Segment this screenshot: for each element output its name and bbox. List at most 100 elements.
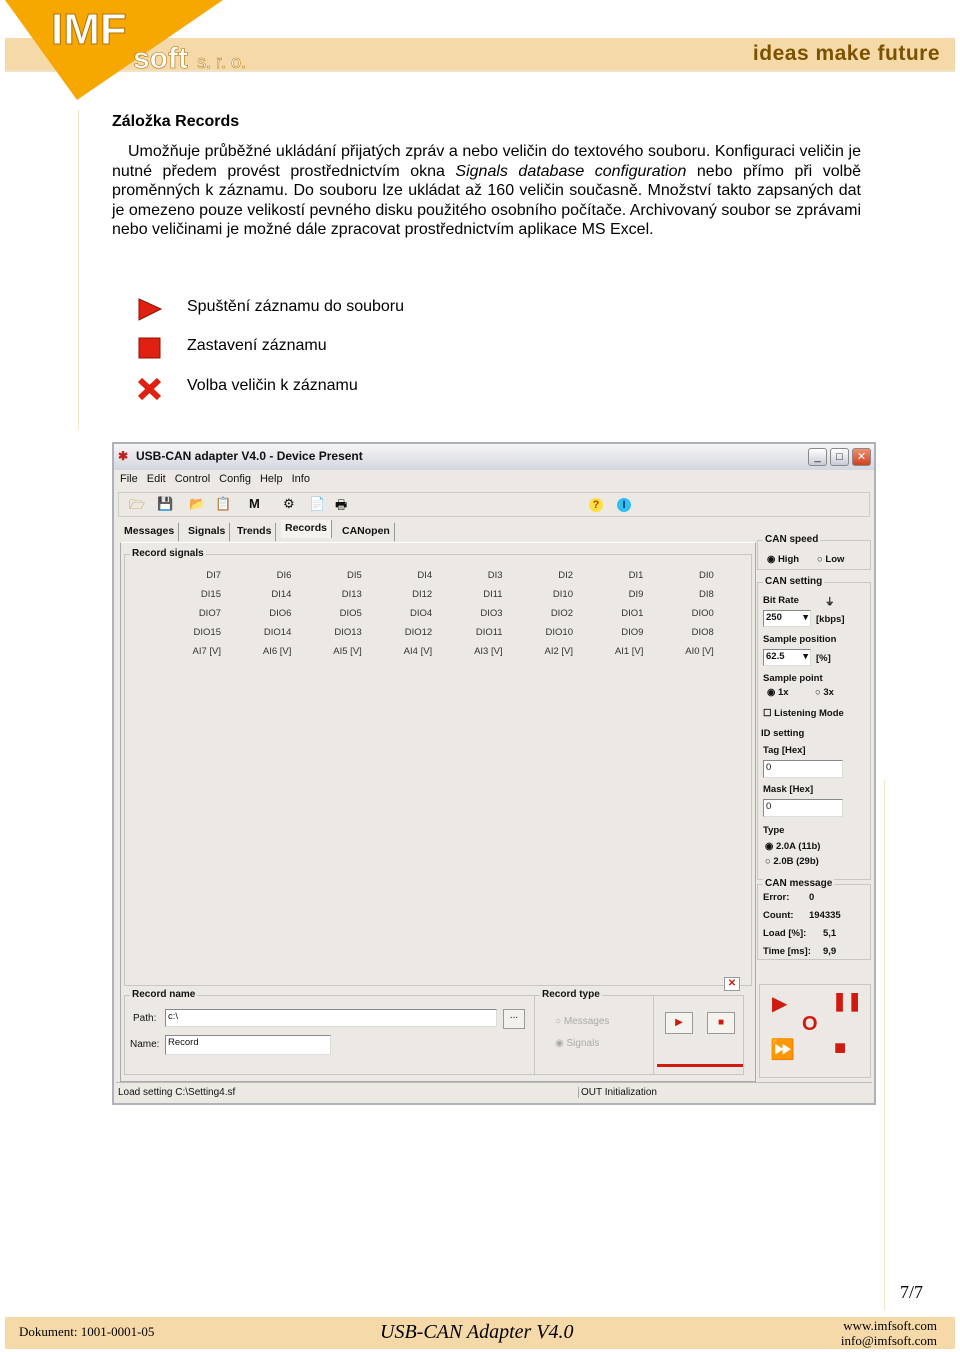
signal-cell[interactable]: AI2 [V] xyxy=(513,646,573,657)
radio-signals[interactable]: ◉ Signals xyxy=(555,1038,599,1049)
radio-messages[interactable]: ○ Messages xyxy=(555,1016,609,1027)
tag-input[interactable]: 0 xyxy=(763,760,843,778)
signal-cell[interactable]: DIO11 xyxy=(443,627,503,638)
menu-control[interactable]: Control xyxy=(175,473,210,485)
id-setting-label: ID setting xyxy=(761,728,805,739)
signal-cell[interactable]: DI4 xyxy=(372,570,432,581)
start-record-button[interactable]: ▶ xyxy=(665,1012,693,1034)
signal-cell[interactable]: DI1 xyxy=(583,570,644,581)
tab-canopen[interactable]: CANopen xyxy=(338,523,395,541)
radio-2-0a[interactable]: ◉ 2.0A (11b) xyxy=(765,841,820,852)
signals-db-icon[interactable]: ⚙ xyxy=(283,496,295,512)
signal-cell[interactable]: DIO1 xyxy=(583,608,643,619)
signal-cell[interactable]: DIO10 xyxy=(513,627,573,638)
signal-cell[interactable]: AI7 [V] xyxy=(161,646,221,657)
signal-cell[interactable]: DIO13 xyxy=(302,627,361,638)
radio-high[interactable]: ◉ High xyxy=(767,554,799,565)
signal-cell[interactable]: DIO4 xyxy=(372,608,432,619)
radio-2-0b[interactable]: ○ 2.0B (29b) xyxy=(765,856,819,867)
signal-cell[interactable]: DI10 xyxy=(513,589,573,600)
signal-cell[interactable]: DIO2 xyxy=(513,608,573,619)
signal-cell[interactable]: AI0 [V] xyxy=(654,646,714,657)
menu-config[interactable]: Config xyxy=(219,473,251,485)
load-setting-icon[interactable]: 📂 xyxy=(189,496,205,512)
signal-cell[interactable]: DI6 xyxy=(231,570,292,581)
email-link[interactable]: info@imfsoft.com xyxy=(841,1333,937,1348)
tab-signals[interactable]: Signals xyxy=(184,523,231,541)
start-icon[interactable]: ▶ xyxy=(772,991,787,1016)
signal-cell[interactable]: DIO12 xyxy=(372,627,432,638)
signal-cell[interactable]: DIO15 xyxy=(161,627,221,638)
bit-rate-select[interactable]: 250 ▾ xyxy=(763,610,811,627)
signal-cell[interactable]: AI4 [V] xyxy=(372,646,433,657)
signal-cell[interactable]: DI8 xyxy=(654,589,714,600)
signal-cell[interactable]: DIO6 xyxy=(231,608,291,619)
pct-label: [%] xyxy=(816,653,831,664)
radio-low[interactable]: ○ Low xyxy=(817,554,844,565)
copy-icon[interactable]: 📄 xyxy=(309,496,325,512)
path-input[interactable]: c:\ xyxy=(165,1009,497,1027)
signal-cell[interactable]: DI3 xyxy=(443,570,503,581)
signal-cell[interactable]: DIO9 xyxy=(583,627,643,638)
radio-1x[interactable]: ◉ 1x xyxy=(767,687,789,698)
stop-record-button[interactable]: ■ xyxy=(707,1012,735,1034)
signal-cell[interactable]: DIO7 xyxy=(161,608,221,619)
listening-mode-checkbox[interactable]: ☐ Listening Mode xyxy=(763,708,844,719)
control-panel: ▶ ❚❚ O ⏩ ■ xyxy=(759,984,871,1078)
stop-icon[interactable]: ■ xyxy=(834,1037,846,1060)
signal-cell[interactable]: DIO3 xyxy=(443,608,502,619)
margin-line xyxy=(884,780,885,1310)
web-link[interactable]: www.imfsoft.com xyxy=(843,1318,937,1333)
pause-icon[interactable]: ❚❚ xyxy=(832,991,862,1012)
menu-file[interactable]: File xyxy=(120,473,138,485)
signal-cell[interactable]: DI11 xyxy=(443,589,502,600)
close-button[interactable]: ✕ xyxy=(852,448,871,466)
signal-cell[interactable]: AI5 [V] xyxy=(302,646,362,657)
save-setting-icon[interactable]: 📋 xyxy=(215,496,231,512)
window-title: USB-CAN adapter V4.0 - Device Present xyxy=(136,449,363,463)
signal-cell[interactable]: DI12 xyxy=(372,589,432,600)
signal-cell[interactable]: DIO0 xyxy=(654,608,714,619)
fast-forward-icon[interactable]: ⏩ xyxy=(770,1037,795,1062)
minimize-button[interactable]: _ xyxy=(808,448,827,466)
menu-info[interactable]: Info xyxy=(292,473,310,485)
signal-cell[interactable]: DI15 xyxy=(161,589,221,600)
open-icon[interactable]: 🗁 xyxy=(129,496,145,518)
signal-cell[interactable]: AI1 [V] xyxy=(583,646,644,657)
browse-button[interactable]: ... xyxy=(503,1009,525,1029)
tab-messages[interactable]: Messages xyxy=(120,523,180,541)
signal-cell[interactable]: DIO8 xyxy=(654,627,714,638)
clear-selection-button[interactable]: ✕ xyxy=(724,977,740,991)
title-bar[interactable]: ✱ USB-CAN adapter V4.0 - Device Present xyxy=(114,444,874,470)
tab-trends[interactable]: Trends xyxy=(233,523,277,541)
signal-cell[interactable]: DI9 xyxy=(583,589,644,600)
group-label: Record type xyxy=(540,989,602,1000)
radio-3x[interactable]: ○ 3x xyxy=(815,687,834,698)
info-icon[interactable]: I xyxy=(617,498,631,512)
signal-cell[interactable]: DI5 xyxy=(302,570,362,581)
name-input[interactable]: Record xyxy=(165,1035,331,1055)
sample-position-select[interactable]: 62.5 ▾ xyxy=(763,649,811,666)
signal-cell[interactable]: DI14 xyxy=(231,589,291,600)
signal-cell[interactable]: DIO5 xyxy=(302,608,362,619)
signal-cell[interactable]: DI7 xyxy=(161,570,221,581)
menu-edit[interactable]: Edit xyxy=(147,473,166,485)
signal-cell[interactable]: DI2 xyxy=(513,570,573,581)
signal-cell[interactable]: DI13 xyxy=(302,589,362,600)
tab-records[interactable]: Records xyxy=(281,520,333,538)
print-icon[interactable]: 🖶 xyxy=(335,496,347,518)
signal-cell[interactable]: DIO14 xyxy=(231,627,291,638)
mask-input[interactable]: 0 xyxy=(763,799,843,817)
svg-text:s. r. o.: s. r. o. xyxy=(197,52,246,72)
svg-text:soft: soft xyxy=(133,42,188,75)
signal-cell[interactable]: AI3 [V] xyxy=(443,646,503,657)
help-icon[interactable]: ? xyxy=(589,498,603,512)
list-item-label: Zastavení záznamu xyxy=(187,337,327,354)
record-icon[interactable]: O xyxy=(802,1013,818,1036)
menu-help[interactable]: Help xyxy=(260,473,283,485)
save-icon[interactable]: 💾 xyxy=(157,496,173,512)
signal-cell[interactable]: DI0 xyxy=(654,570,714,581)
maximize-button[interactable]: □ xyxy=(830,448,849,466)
binoculars-icon[interactable]: M xyxy=(249,496,260,511)
signal-cell[interactable]: AI6 [V] xyxy=(231,646,292,657)
